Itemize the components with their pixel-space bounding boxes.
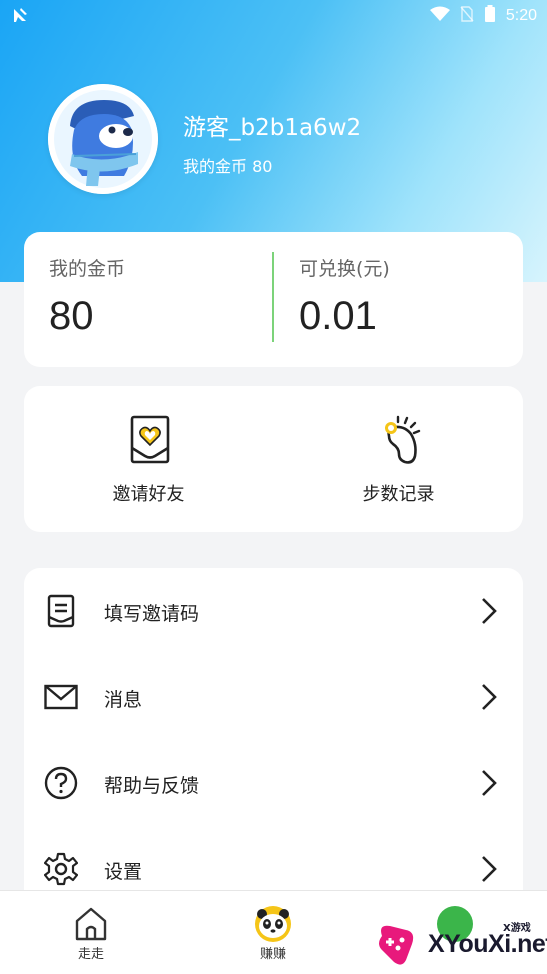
menu-item-messages[interactable]: 消息 [24, 654, 523, 740]
status-bar: 5:20 [0, 0, 547, 30]
help-icon [44, 766, 78, 800]
chevron-right-icon [479, 683, 499, 711]
nav-tab-earn[interactable]: 赚赚 [182, 891, 364, 974]
gamepad-logo-icon [379, 925, 414, 965]
chevron-right-icon [479, 855, 499, 883]
header-coins-label: 我的金币 [183, 157, 248, 176]
gear-icon [43, 852, 79, 886]
nav-label-earn: 赚赚 [259, 947, 286, 962]
panda-icon [254, 905, 292, 943]
header-coins: 我的金币 80 [183, 153, 272, 177]
menu-label-settings: 设置 [104, 861, 143, 883]
wifi-icon [429, 6, 450, 26]
exchangeable-value: 0.01 [299, 294, 377, 338]
header-coins-value: 80 [252, 157, 273, 176]
step-record-button[interactable]: 步数记录 [274, 386, 523, 532]
invite-friends-label: 邀请好友 [112, 484, 185, 505]
my-coins-section[interactable]: 我的金币 80 [24, 232, 273, 367]
step-record-label: 步数记录 [362, 484, 435, 505]
battery-icon [484, 5, 496, 27]
home-icon [72, 905, 110, 943]
settings-menu: 填写邀请码 消息 帮助与反馈 设置 [24, 568, 523, 898]
app-notification-icon [12, 6, 30, 28]
menu-label-invite-code: 填写邀请码 [104, 603, 200, 625]
document-icon [44, 594, 78, 628]
username: 游客_b2b1a6w2 [183, 115, 362, 141]
invite-friends-button[interactable]: 邀请好友 [24, 386, 273, 532]
menu-item-invite-code[interactable]: 填写邀请码 [24, 568, 523, 654]
mail-icon [44, 680, 78, 714]
invite-envelope-icon [127, 414, 173, 466]
exchangeable-section[interactable]: 可兑换(元) 0.01 [274, 232, 523, 367]
site-watermark: X游戏 XYouXi.net [372, 908, 547, 974]
status-time: 5:20 [505, 7, 537, 24]
menu-label-help-feedback: 帮助与反馈 [104, 775, 200, 797]
menu-item-help-feedback[interactable]: 帮助与反馈 [24, 740, 523, 826]
nav-label-walk: 走走 [77, 947, 104, 962]
avatar[interactable] [48, 84, 158, 194]
no-sim-icon [460, 6, 474, 26]
menu-label-messages: 消息 [104, 689, 143, 711]
chevron-right-icon [479, 597, 499, 625]
my-coins-label: 我的金币 [49, 258, 126, 280]
my-coins-value: 80 [49, 294, 94, 338]
quick-actions-card: 邀请好友 步数记录 [24, 386, 523, 532]
nav-tab-walk[interactable]: 走走 [0, 891, 182, 974]
coin-summary-card: 我的金币 80 可兑换(元) 0.01 [24, 232, 523, 367]
exchangeable-label: 可兑换(元) [299, 258, 390, 280]
avatar-mascot-icon [48, 84, 158, 194]
watermark-brand-text: XYouXi.net [428, 930, 547, 958]
footprint-icon [377, 414, 423, 466]
chevron-right-icon [479, 769, 499, 797]
